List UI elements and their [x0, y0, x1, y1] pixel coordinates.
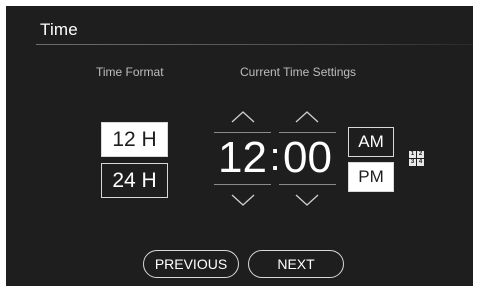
time-format-label: Time Format [96, 65, 164, 79]
format-24h-button[interactable]: 24 H [101, 163, 168, 198]
hour-bottom-divider [214, 184, 271, 185]
next-button[interactable]: NEXT [248, 250, 344, 278]
keypad-digit: 1 [409, 151, 416, 158]
keypad-digit: 4 [417, 159, 424, 166]
format-12h-button[interactable]: 12 H [101, 122, 168, 157]
minute-down-chevron-icon[interactable] [292, 192, 322, 208]
keypad-digit: 2 [417, 151, 424, 158]
hour-up-chevron-icon[interactable] [228, 109, 258, 125]
previous-button[interactable]: PREVIOUS [143, 250, 239, 278]
hour-down-chevron-icon[interactable] [228, 192, 258, 208]
am-button[interactable]: AM [348, 127, 394, 157]
keypad-digit: 3 [409, 159, 416, 166]
title-divider [36, 44, 473, 45]
minute-bottom-divider [279, 184, 336, 185]
minute-up-chevron-icon[interactable] [292, 109, 322, 125]
current-time-label: Current Time Settings [240, 65, 357, 79]
hour-value[interactable]: 12 [214, 133, 271, 183]
minute-value[interactable]: 00 [279, 133, 336, 183]
pm-button[interactable]: PM [348, 162, 394, 192]
time-settings-screen: Time Time Format Current Time Settings 1… [6, 6, 473, 286]
page-title: Time [40, 20, 78, 39]
numeric-keypad-icon[interactable]: 1 2 3 4 [409, 151, 424, 166]
